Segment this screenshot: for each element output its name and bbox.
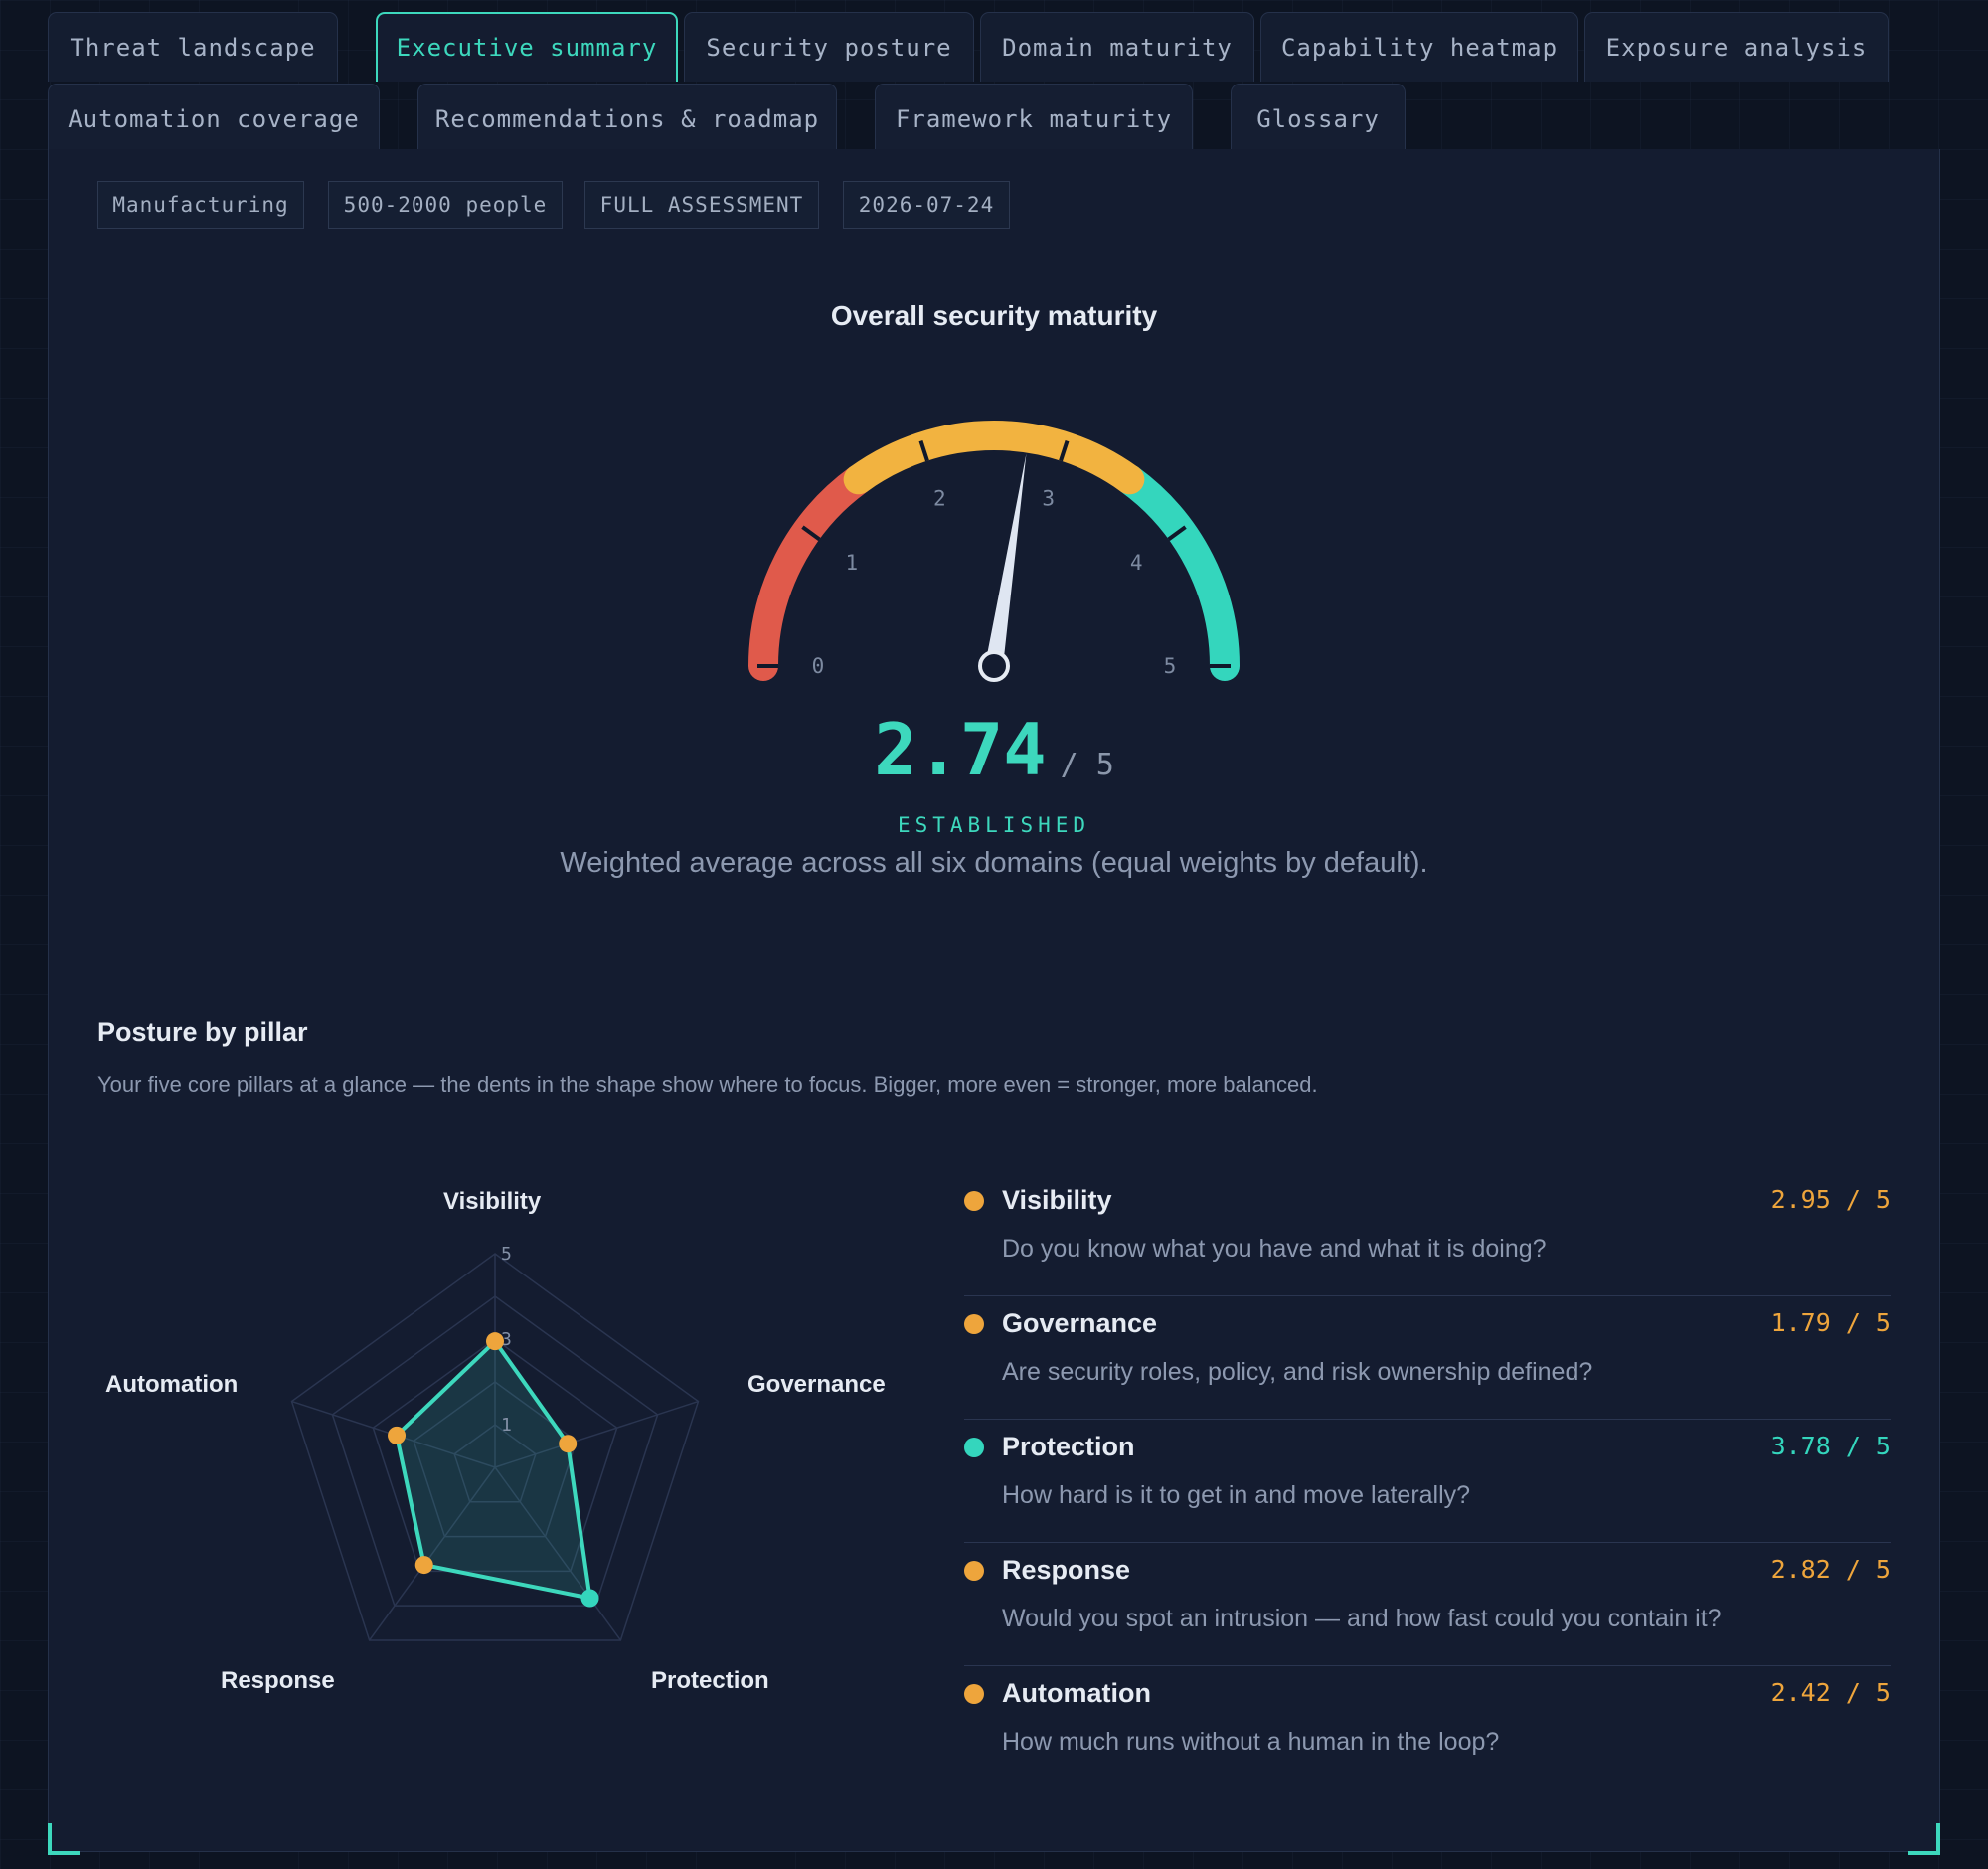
pillar-question: How much runs without a human in the loo… [1002,1728,1500,1756]
tab-exposure-analysis[interactable]: Exposure analysis [1584,12,1889,82]
tab-executive-summary[interactable]: Executive summary [376,12,678,82]
tab-framework-maturity[interactable]: Framework maturity [875,84,1193,153]
pillar-score: 1.79 / 5 [1770,1308,1891,1337]
tab-automation-coverage[interactable]: Automation coverage [48,84,380,153]
tab-threat-landscape[interactable]: Threat landscape [48,12,338,82]
pillar-name: Visibility [1002,1185,1112,1215]
pillar-question: Do you know what you have and what it is… [1002,1235,1547,1263]
gauge-note: Weighted average across all six domains … [560,847,1428,879]
gauge-band-mid [843,421,1145,495]
gauge-band-low [748,464,874,681]
radar-axis-label-response: Response [221,1667,335,1694]
gauge-tick-label: 1 [845,551,858,575]
pillar-item-governance: Governance Are security roles, policy, a… [964,1296,1891,1420]
status-dot [964,1684,984,1704]
status-dot [964,1438,984,1457]
pillar-name: Protection [1002,1432,1135,1461]
radar-ring-label: 1 [501,1415,512,1436]
pillar-question: How hard is it to get in and move latera… [1002,1481,1471,1509]
gauge-tick-label: 3 [1042,487,1055,511]
pillars-section-description: Your five core pillars at a glance — the… [97,1072,1318,1097]
maturity-level: ESTABLISHED [897,813,1091,837]
pillar-score: 2.42 / 5 [1770,1678,1891,1707]
radar-point-protection [580,1589,599,1608]
pillar-name: Response [1002,1555,1131,1585]
pillar-item-visibility: Visibility Do you know what you have and… [964,1173,1891,1296]
gauge-score: 2.74 / 5 [0,708,1988,791]
assessment-type-chip: FULL ASSESSMENT [584,181,819,229]
tab-security-posture[interactable]: Security posture [684,12,974,82]
tab-domain-maturity[interactable]: Domain maturity [980,12,1254,82]
radar-axis-label-protection: Protection [651,1667,769,1694]
pillar-score: 3.78 / 5 [1770,1432,1891,1460]
pillar-list: Visibility Do you know what you have and… [964,1173,1891,1789]
corner-accent [48,1823,80,1855]
company-size-chip: 500-2000 people [328,181,563,229]
industry-chip: Manufacturing [97,181,304,229]
pillars-section-title: Posture by pillar [97,1017,308,1047]
status-dot [964,1191,984,1211]
gauge-band-high [1114,464,1240,681]
gauge-score-max: / 5 [1060,748,1114,782]
gauge-needle-hub [978,650,1010,682]
tab-capability-heatmap[interactable]: Capability heatmap [1260,12,1578,82]
tab-recommendations-roadmap[interactable]: Recommendations & roadmap [417,84,837,153]
gauge-tick-label: 0 [812,654,825,678]
pillar-item-protection: Protection How hard is it to get in and … [964,1420,1891,1543]
pillar-question: Are security roles, policy, and risk own… [1002,1358,1593,1386]
gauge-title: Overall security maturity [830,300,1158,331]
radar-point-automation [388,1426,407,1444]
assessment-date-chip: 2026-07-24 [843,181,1010,229]
gauge-tick-label: 5 [1164,654,1177,678]
pillar-question: Would you spot an intrusion — and how fa… [1002,1605,1722,1632]
pillar-radar-chart: 135 [290,1244,700,1641]
radar-axis-label-visibility: Visibility [443,1188,542,1215]
pillar-item-automation: Automation How much runs without a human… [964,1666,1891,1789]
pillar-score: 2.95 / 5 [1770,1185,1891,1214]
radar-ring-label: 5 [501,1244,512,1265]
pillar-name: Governance [1002,1308,1158,1338]
corner-accent [1908,1823,1940,1855]
radar-point-visibility [486,1332,504,1351]
radar-axis-label-governance: Governance [747,1371,886,1398]
pillar-score: 2.82 / 5 [1770,1555,1891,1584]
radar-axis-label-automation: Automation [105,1371,239,1398]
pillar-name: Automation [1002,1678,1151,1708]
radar-point-governance [559,1435,578,1453]
maturity-gauge: 0 1 2 3 4 5 [748,421,1240,682]
radar-point-response [414,1556,433,1575]
gauge-tick-label: 4 [1130,551,1143,575]
status-dot [964,1561,984,1581]
gauge-tick-label: 2 [933,487,946,511]
gauge-score-value: 2.74 [874,708,1047,791]
tab-glossary[interactable]: Glossary [1231,84,1406,153]
gauge-needle [985,453,1027,668]
pillar-item-response: Response Would you spot an intrusion — a… [964,1543,1891,1666]
status-dot [964,1314,984,1334]
